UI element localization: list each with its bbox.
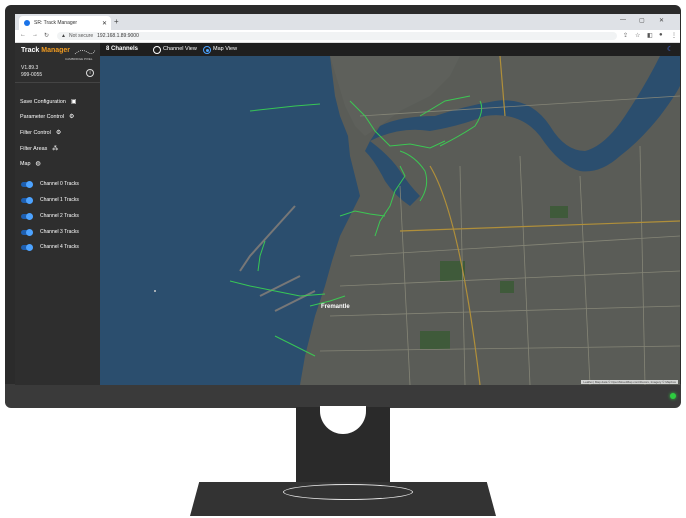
browser-tab[interactable]: SR: Track Manager ✕ xyxy=(19,16,111,30)
brand-subtitle: CAMBRIDGE PIXEL xyxy=(65,57,93,61)
channel-count: 8 Channels xyxy=(106,46,139,52)
map-attribution[interactable]: Leaflet | Map data © OpenStreetMap contr… xyxy=(581,380,678,384)
channel-1-toggle[interactable] xyxy=(21,197,33,204)
channel-label: Channel 3 Tracks xyxy=(40,229,79,235)
star-icon[interactable]: ☆ xyxy=(635,32,640,39)
maximize-icon[interactable]: ▢ xyxy=(639,17,645,24)
menu-map[interactable]: Map ◍ xyxy=(20,160,41,168)
app-root: Track Manager CAMBRIDGE PIXEL V1.89.3 99… xyxy=(15,43,680,385)
sidepanel-icon[interactable]: ◧ xyxy=(647,32,653,39)
brand-logo: Track Manager xyxy=(21,47,70,54)
city-label: Fremantle xyxy=(321,304,350,310)
power-led xyxy=(670,393,676,399)
channel-4-toggle[interactable] xyxy=(21,244,33,251)
menu-filter-areas[interactable]: Filter Areas ⁂ xyxy=(20,145,59,153)
menu-save-configuration[interactable]: Save Configuration ▣ xyxy=(20,98,77,106)
menu-label: Filter Control xyxy=(20,129,51,136)
screen: SR: Track Manager ✕ + — ▢ ✕ ← → ↻ ▲ Not … xyxy=(15,14,680,385)
warning-icon: ▲ xyxy=(61,33,66,39)
sidebar: Track Manager CAMBRIDGE PIXEL V1.89.3 99… xyxy=(15,43,100,385)
share-icon[interactable]: ⇪ xyxy=(623,32,628,39)
network-icon: ⁂ xyxy=(52,146,59,152)
reload-icon[interactable]: ↻ xyxy=(44,32,49,39)
gear-icon: ⚙ xyxy=(55,130,62,136)
menu-label: Map xyxy=(20,160,31,167)
channel-3-toggle[interactable] xyxy=(21,229,33,236)
forward-icon[interactable]: → xyxy=(32,32,38,38)
brand-accent: Manager xyxy=(41,47,71,54)
menu-label: Filter Areas xyxy=(20,145,48,152)
channel-label: Channel 0 Tracks xyxy=(40,181,79,187)
map-view-radio[interactable] xyxy=(203,46,211,54)
channel-label: Channel 4 Tracks xyxy=(40,244,79,250)
minimize-icon[interactable]: — xyxy=(620,17,626,23)
channel-view-label[interactable]: Channel View xyxy=(163,46,197,52)
channel-label: Channel 1 Tracks xyxy=(40,197,79,203)
globe-icon: ◍ xyxy=(35,161,41,167)
address-bar[interactable]: ▲ Not secure 192.168.1.89:9000 xyxy=(57,32,617,40)
monitor-bezel xyxy=(5,384,681,408)
menu-label: Save Configuration xyxy=(20,98,66,105)
serial-text: 999-0055 xyxy=(21,72,43,78)
info-icon[interactable]: i xyxy=(86,69,94,77)
back-icon[interactable]: ← xyxy=(20,32,26,38)
channel-0-toggle[interactable] xyxy=(21,181,33,188)
browser-toolbar: ← → ↻ ▲ Not secure 192.168.1.89:9000 ⇪ ☆… xyxy=(15,30,680,43)
tab-title: SR: Track Manager xyxy=(34,20,78,26)
moon-icon[interactable]: ☾ xyxy=(667,45,673,53)
version-text: V1.89.3 xyxy=(21,65,39,71)
profile-icon[interactable]: ● xyxy=(659,32,663,38)
new-tab-button[interactable]: + xyxy=(114,17,119,26)
map-view[interactable]: Fremantle Leaflet | Map data © OpenStree… xyxy=(100,56,680,385)
channel-view-radio[interactable] xyxy=(153,46,161,54)
save-icon: ▣ xyxy=(70,99,77,105)
menu-label: Parameter Control xyxy=(20,113,65,120)
channel-2-toggle[interactable] xyxy=(21,213,33,220)
menu-parameter-control[interactable]: Parameter Control ⚙ xyxy=(20,113,75,121)
version-info: V1.89.3 999-0055 xyxy=(21,65,42,79)
stand-base-ring xyxy=(283,484,413,500)
brand-primary: Track xyxy=(21,47,40,54)
menu-kebab-icon[interactable]: ⋮ xyxy=(671,32,677,39)
window-close-icon[interactable]: ✕ xyxy=(659,17,664,24)
url-text: 192.168.1.89:9000 xyxy=(97,33,139,39)
close-icon[interactable]: ✕ xyxy=(102,20,107,27)
map-canvas xyxy=(154,56,680,385)
gear-icon: ⚙ xyxy=(69,114,75,120)
security-label: Not secure xyxy=(68,33,94,39)
browser-tabbar: SR: Track Manager ✕ + — ▢ ✕ xyxy=(15,14,680,30)
signal-arc-icon xyxy=(74,49,96,55)
channel-label: Channel 2 Tracks xyxy=(40,213,79,219)
menu-filter-control[interactable]: Filter Control ⚙ xyxy=(20,129,62,137)
favicon-icon xyxy=(24,20,30,26)
map-view-label[interactable]: Map View xyxy=(213,46,237,52)
divider xyxy=(15,82,100,83)
